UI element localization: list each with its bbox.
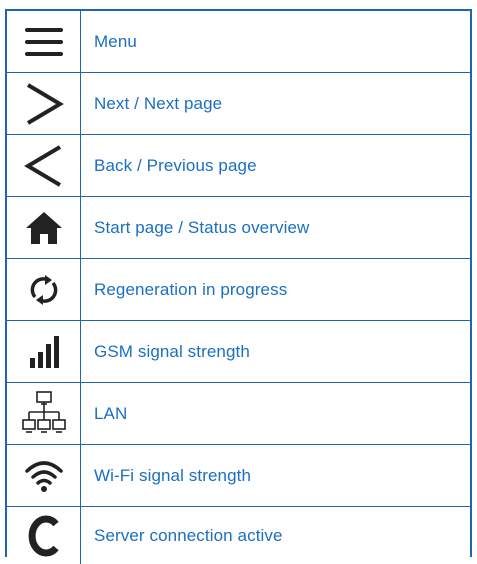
legend-label: Start page / Status overview [94, 217, 310, 237]
wifi-icon [24, 460, 63, 492]
menu-icon [24, 27, 63, 56]
signal-bars-icon [29, 335, 59, 368]
legend-label: Menu [94, 31, 137, 51]
legend-label: Next / Next page [94, 93, 223, 113]
legend-row-regeneration: Regeneration in progress [7, 259, 470, 321]
legend-label: Server connection active [94, 525, 283, 545]
legend-row-wifi: Wi-Fi signal strength [7, 445, 470, 507]
legend-label: Back / Previous page [94, 155, 257, 175]
chevron-right-icon [26, 82, 64, 125]
server-connection-icon [28, 515, 59, 556]
icon-legend-table: Menu Next / Next page Back / Previous pa… [5, 9, 472, 564]
legend-row-server: Server connection active [7, 507, 470, 564]
lan-network-icon [21, 390, 66, 433]
legend-row-menu: Menu [7, 11, 470, 73]
legend-row-back: Back / Previous page [7, 135, 470, 197]
legend-label: GSM signal strength [94, 341, 250, 361]
legend-row-home: Start page / Status overview [7, 197, 470, 259]
legend-label: LAN [94, 403, 128, 423]
legend-row-gsm: GSM signal strength [7, 321, 470, 383]
chevron-left-icon [23, 144, 61, 187]
regeneration-icon [30, 274, 57, 305]
legend-label: Regeneration in progress [94, 279, 288, 299]
legend-row-lan: LAN [7, 383, 470, 445]
home-icon [25, 211, 62, 244]
legend-label: Wi-Fi signal strength [94, 465, 252, 485]
legend-row-next: Next / Next page [7, 73, 470, 135]
